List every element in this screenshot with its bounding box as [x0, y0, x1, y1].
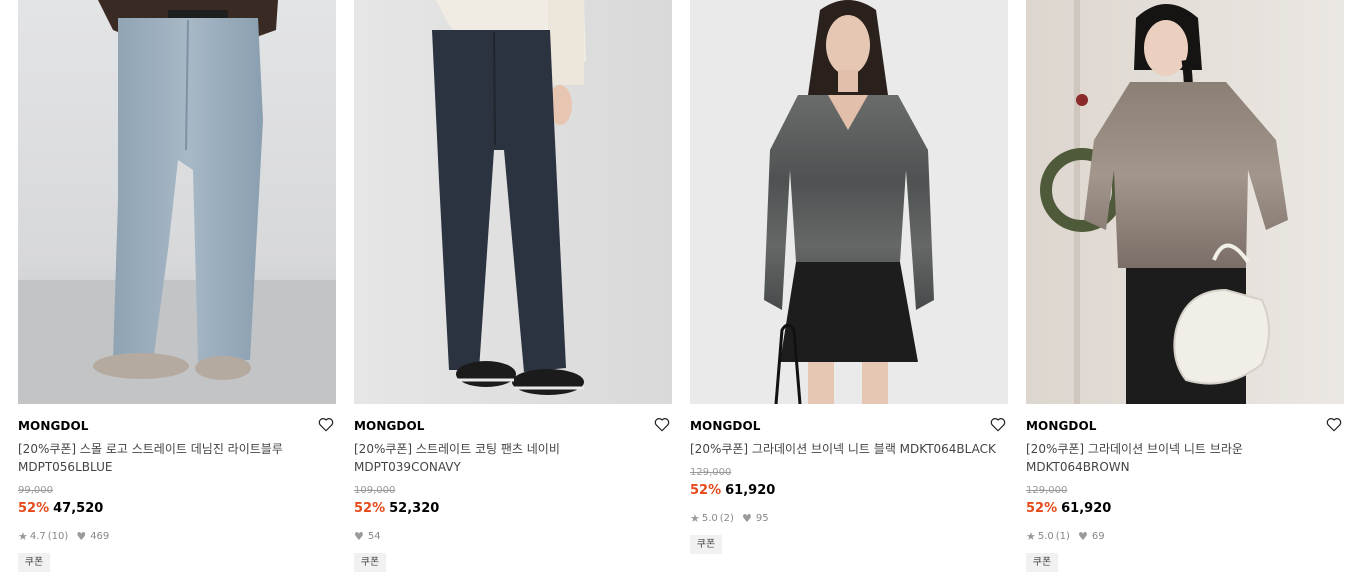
- discount-rate: 52%: [1026, 501, 1058, 516]
- coupon-badge: 쿠폰: [1026, 553, 1058, 572]
- discount-rate: 52%: [18, 501, 50, 516]
- brand-row: MONGDOL: [18, 415, 336, 437]
- discount-rate: 52%: [690, 483, 722, 498]
- like-icon: ♥: [1077, 530, 1088, 543]
- sale-price: 47,520: [53, 501, 104, 516]
- price-row: 52% 61,920: [690, 483, 775, 498]
- coupon-badge: 쿠폰: [18, 553, 50, 572]
- price-row: 52% 52,320: [354, 501, 439, 516]
- wishlist-heart-icon[interactable]: [317, 415, 335, 433]
- product-card[interactable]: MONGDOL [20%쿠폰] 스몰 로고 스트레이트 데님진 라이트블루 MD…: [18, 0, 336, 572]
- like-icon: ♥: [76, 530, 87, 543]
- like-icon: ♥: [741, 512, 752, 525]
- price-row: 52% 47,520: [18, 501, 103, 516]
- review-count: (1): [1055, 531, 1070, 542]
- product-image[interactable]: [354, 0, 672, 404]
- product-card[interactable]: MONGDOL [20%쿠폰] 스트레이트 코팅 팬츠 네이비 MDPT039C…: [354, 0, 672, 572]
- star-icon: ★: [1026, 530, 1036, 543]
- star-icon: ★: [690, 512, 700, 525]
- rating: 4.7: [29, 531, 46, 542]
- original-price: 109,000: [354, 485, 396, 496]
- product-title[interactable]: [20%쿠폰] 그라데이션 브이넥 니트 브라운 MDKT064BROWN: [1026, 440, 1344, 476]
- sale-price: 61,920: [725, 483, 776, 498]
- sale-price: 52,320: [389, 501, 440, 516]
- original-price: 99,000: [18, 485, 53, 496]
- price-row: 52% 61,920: [1026, 501, 1111, 516]
- product-image[interactable]: [690, 0, 1008, 404]
- like-count: 469: [90, 531, 110, 542]
- product-title[interactable]: [20%쿠폰] 그라데이션 브이넥 니트 블랙 MDKT064BLACK: [690, 440, 1008, 458]
- original-price: 129,000: [690, 467, 732, 478]
- original-price: 129,000: [1026, 485, 1068, 496]
- brand-row: MONGDOL: [690, 415, 1008, 437]
- wishlist-heart-icon[interactable]: [653, 415, 671, 433]
- coupon-badge: 쿠폰: [354, 553, 386, 572]
- wishlist-heart-icon[interactable]: [989, 415, 1007, 433]
- review-count: (10): [47, 531, 69, 542]
- product-image[interactable]: [1026, 0, 1344, 404]
- brand-row: MONGDOL: [1026, 415, 1344, 437]
- coupon-badge: 쿠폰: [690, 535, 722, 554]
- review-meta: ★ 5.0 (1) ♥ 69: [1026, 530, 1105, 543]
- sale-price: 61,920: [1061, 501, 1112, 516]
- like-icon: ♥: [354, 530, 364, 543]
- review-count: (2): [719, 513, 734, 524]
- product-title[interactable]: [20%쿠폰] 스몰 로고 스트레이트 데님진 라이트블루 MDPT056LBL…: [18, 440, 336, 476]
- brand-name[interactable]: MONGDOL: [354, 419, 425, 433]
- brand-row: MONGDOL: [354, 415, 672, 437]
- like-count: 95: [755, 513, 769, 524]
- review-meta: ★ 4.7 (10) ♥ 469: [18, 530, 109, 543]
- star-icon: ★: [18, 530, 28, 543]
- product-image[interactable]: [18, 0, 336, 404]
- product-grid: MONGDOL [20%쿠폰] 스몰 로고 스트레이트 데님진 라이트블루 MD…: [0, 0, 1357, 578]
- brand-name[interactable]: MONGDOL: [1026, 419, 1097, 433]
- brand-name[interactable]: MONGDOL: [18, 419, 89, 433]
- product-card[interactable]: MONGDOL [20%쿠폰] 그라데이션 브이넥 니트 블랙 MDKT064B…: [690, 0, 1008, 554]
- rating: 5.0: [701, 513, 718, 524]
- product-card[interactable]: MONGDOL [20%쿠폰] 그라데이션 브이넥 니트 브라운 MDKT064…: [1026, 0, 1344, 572]
- product-title[interactable]: [20%쿠폰] 스트레이트 코팅 팬츠 네이비 MDPT039CONAVY: [354, 440, 672, 476]
- review-meta: ★ 5.0 (2) ♥ 95: [690, 512, 769, 525]
- review-meta: ♥ 54: [354, 530, 381, 543]
- like-count: 54: [367, 531, 381, 542]
- like-count: 69: [1091, 531, 1105, 542]
- discount-rate: 52%: [354, 501, 386, 516]
- brand-name[interactable]: MONGDOL: [690, 419, 761, 433]
- wishlist-heart-icon[interactable]: [1325, 415, 1343, 433]
- rating: 5.0: [1037, 531, 1054, 542]
